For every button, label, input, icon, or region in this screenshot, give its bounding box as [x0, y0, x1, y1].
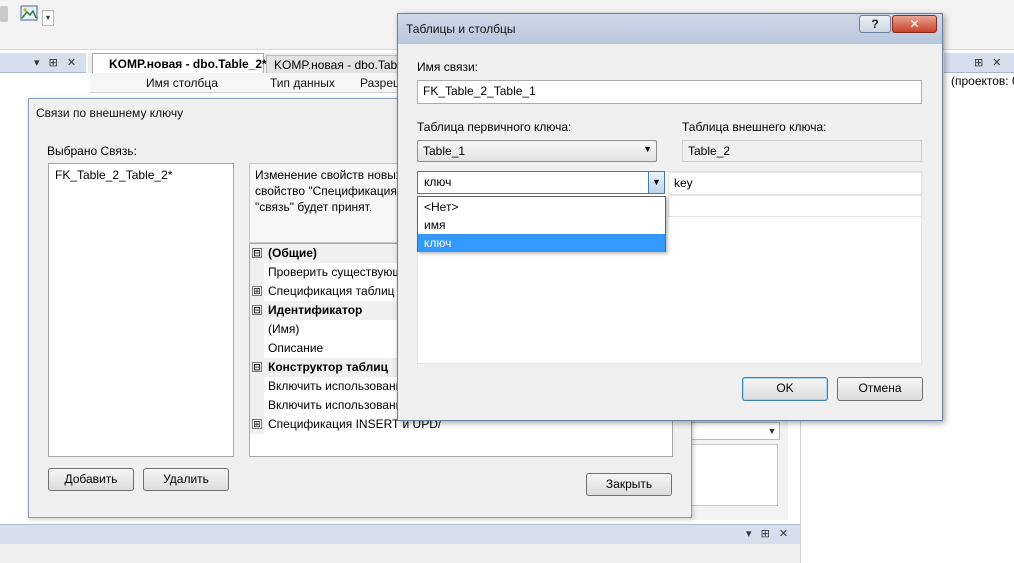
background-box — [690, 444, 778, 506]
property-gutter — [250, 377, 264, 396]
property-gutter — [250, 263, 264, 282]
property-gutter — [250, 320, 264, 339]
chevron-down-icon: ▼ — [643, 144, 652, 154]
relation-name-label: Имя связи: — [417, 60, 478, 74]
right-panel-header: ⊞ ✕ — [944, 53, 1014, 73]
relation-name-input[interactable]: FK_Table_2_Table_1 — [417, 80, 922, 104]
selected-relation-label: Выбрано Связь: — [47, 144, 137, 158]
dropdown-option-key[interactable]: ключ — [418, 234, 665, 252]
pk-table-label: Таблица первичного ключа: — [417, 120, 572, 134]
collapse-icon[interactable]: ⊟ — [252, 248, 262, 258]
image-tool-icon[interactable] — [20, 5, 38, 21]
toolbar-separator — [0, 6, 8, 22]
dropdown-option-none[interactable]: <Нет> — [418, 198, 665, 216]
dialog-title: Связи по внешнему ключу — [36, 106, 184, 120]
expand-icon[interactable]: ⊞ — [252, 419, 262, 429]
table-designer-header: Имя столбца Тип данных Разреш — [90, 73, 403, 93]
right-panel-text: (проектов: 0 — [951, 74, 1014, 88]
bottom-panel-header: ▾ ⊞ ✕ — [0, 524, 800, 544]
property-gutter — [250, 339, 264, 358]
ok-button[interactable]: OK — [742, 377, 828, 401]
column-header-name[interactable]: Имя столбца — [146, 76, 218, 90]
fk-column-cell[interactable]: key — [668, 172, 922, 195]
property-label: Конструктор таблиц — [268, 360, 389, 374]
dialog-body: Имя связи: FK_Table_2_Table_1 Таблица пе… — [408, 44, 934, 414]
background-combo: ▼ — [690, 422, 780, 440]
expand-icon[interactable]: ⊞ — [252, 286, 262, 296]
close-icon[interactable]: ✕ — [892, 15, 937, 33]
bottom-panel — [0, 544, 800, 563]
right-panel-controls-icon[interactable]: ⊞ ✕ — [974, 56, 1005, 69]
delete-button[interactable]: Удалить — [143, 468, 229, 491]
pk-table-value: Table_1 — [423, 144, 466, 158]
property-label: Идентификатор — [268, 303, 363, 317]
tables-and-columns-dialog: Таблицы и столбцы ? ✕ Имя связи: FK_Tabl… — [397, 13, 943, 421]
property-label: Включить использовани — [268, 379, 403, 393]
list-item[interactable]: FK_Table_2_Table_2* — [55, 168, 172, 182]
add-button[interactable]: Добавить — [48, 468, 134, 491]
collapse-icon[interactable]: ⊟ — [252, 362, 262, 372]
property-label: Включить использовани — [268, 398, 403, 412]
pk-column-select[interactable]: ключ ▼ — [417, 171, 665, 194]
chevron-down-icon: ▼ — [767, 426, 777, 436]
collapse-icon[interactable]: ⊟ — [252, 305, 262, 315]
dialog-title: Таблицы и столбцы — [406, 22, 516, 36]
cancel-button[interactable]: Отмена — [837, 377, 923, 401]
toolbar-dropdown-icon[interactable]: ▾ — [42, 10, 54, 26]
property-label: (Имя) — [268, 322, 300, 336]
left-panel-header: ▾ ⊞ ✕ — [0, 53, 86, 73]
property-label: (Общие) — [268, 246, 317, 260]
document-tab-secondary[interactable]: KOMP.новая - dbo.Tab — [266, 55, 400, 73]
property-label: Проверить существующ — [268, 265, 403, 279]
property-label: Спецификация таблиц и — [268, 284, 405, 298]
relations-list[interactable]: FK_Table_2_Table_2* — [48, 163, 234, 457]
bottom-panel-controls-icon[interactable]: ▾ ⊞ ✕ — [746, 527, 791, 540]
dialog-titlebar: Таблицы и столбцы ? ✕ — [398, 14, 942, 44]
dropdown-option-name[interactable]: имя — [418, 216, 665, 234]
close-button[interactable]: Закрыть — [586, 473, 672, 496]
pk-table-select[interactable]: Table_1 ▼ — [417, 140, 657, 162]
property-gutter — [250, 396, 264, 415]
panel-window-controls-icon[interactable]: ▾ ⊞ ✕ — [34, 56, 79, 69]
property-label: Описание — [268, 341, 324, 355]
pk-column-value: ключ — [424, 175, 452, 189]
fk-table-label: Таблица внешнего ключа: — [682, 120, 827, 134]
help-icon[interactable]: ? — [859, 15, 891, 33]
chevron-down-icon[interactable]: ▼ — [648, 172, 664, 193]
fk-table-field: Table_2 — [682, 140, 922, 162]
document-tab-table2[interactable]: KOMP.новая - dbo.Table_2* — [92, 53, 267, 74]
fk-column-cell-empty[interactable] — [668, 195, 922, 217]
column-header-type[interactable]: Тип данных — [270, 76, 335, 90]
pk-column-dropdown[interactable]: <Нет> имя ключ — [417, 196, 666, 252]
